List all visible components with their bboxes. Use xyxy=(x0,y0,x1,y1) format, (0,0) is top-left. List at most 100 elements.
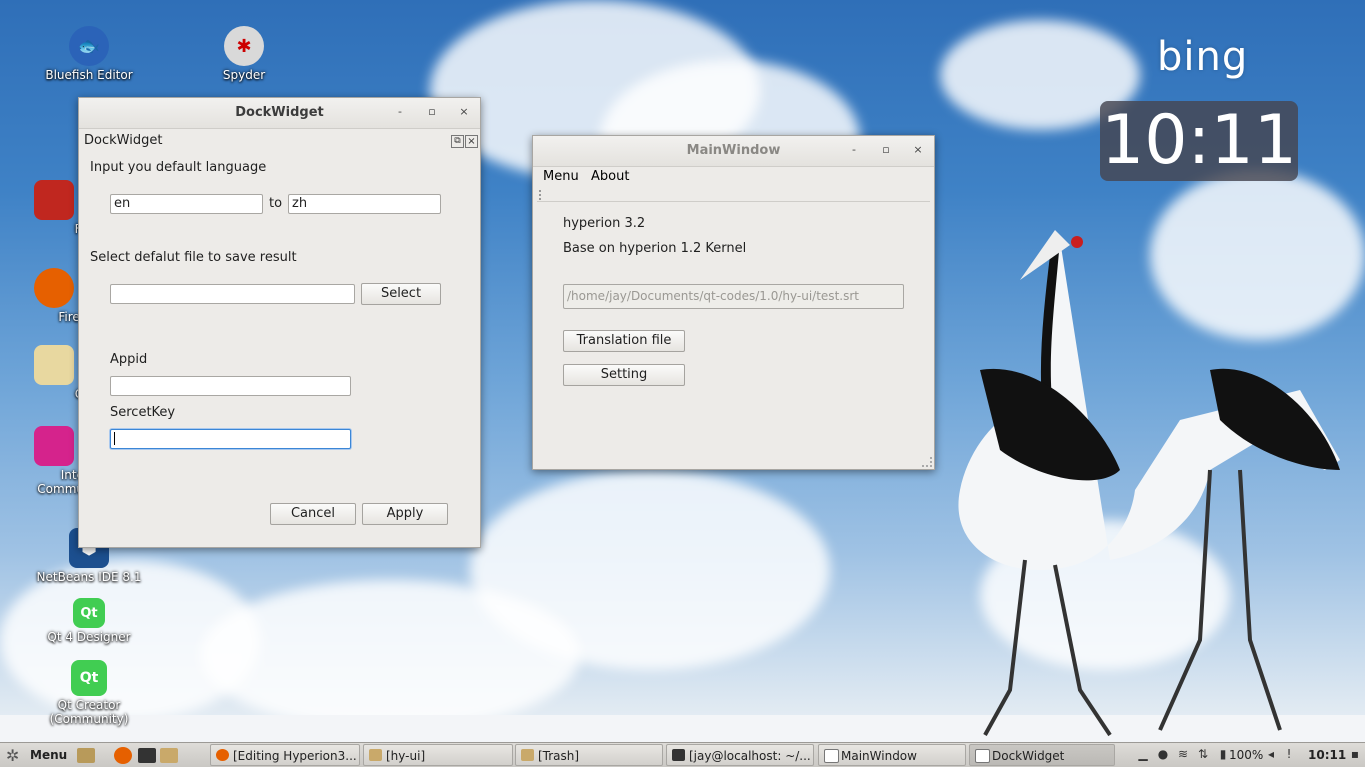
desktop-icon-gimp[interactable]: G xyxy=(24,345,84,401)
task-label: [Editing Hyperion3... xyxy=(233,749,357,763)
close-button[interactable]: × xyxy=(911,143,925,157)
task-editing-hyperion[interactable]: [Editing Hyperion3... xyxy=(210,744,360,766)
desktop-icon-label: Qt Creator xyxy=(57,698,121,712)
dock-close-button[interactable]: × xyxy=(465,135,478,148)
file-icon xyxy=(34,180,74,220)
battery-percent: 100% xyxy=(1229,748,1264,762)
desktop-icon-qt-designer[interactable]: Qt Qt 4 Designer xyxy=(34,598,144,644)
save-file-input[interactable] xyxy=(110,284,355,304)
desktop-icon-label: Commu xyxy=(37,482,84,496)
cloud xyxy=(200,580,580,730)
desktop-icon-intellij[interactable]: Inte Commu xyxy=(24,426,84,496)
desktop-icon-firefox[interactable]: Firef xyxy=(24,268,84,324)
desktop-icon-label: (Community) xyxy=(49,712,129,726)
task-label: DockWidget xyxy=(992,749,1065,763)
volume-icon[interactable]: ◂ xyxy=(1264,747,1278,761)
maximize-button[interactable]: ▫ xyxy=(425,105,439,119)
firefox-launcher-icon[interactable] xyxy=(114,747,132,764)
spyder-icon: ✱ xyxy=(224,26,264,66)
task-trash[interactable]: [Trash] xyxy=(515,744,663,766)
taskbar-clock[interactable]: 10:11 xyxy=(1308,745,1346,766)
task-label: MainWindow xyxy=(841,749,917,763)
file-label: Select defalut file to save result xyxy=(90,250,297,265)
firefox-icon xyxy=(216,749,229,761)
desktop-icon-label: Fi xyxy=(24,222,84,236)
folder-icon xyxy=(521,749,534,761)
file-manager-launcher-icon[interactable] xyxy=(77,748,95,763)
notification-icon[interactable]: ! xyxy=(1282,747,1296,761)
task-dockwidget[interactable]: DockWidget xyxy=(969,744,1115,766)
user-icon[interactable]: ● xyxy=(1156,747,1170,761)
gimp-icon xyxy=(34,345,74,385)
desktop-icon-file[interactable]: Fi xyxy=(24,180,84,236)
desktop-icon-qt-creator[interactable]: Qt Qt Creator (Community) xyxy=(34,660,144,726)
desktop-clock: 10:11 xyxy=(1100,101,1298,181)
task-label: [hy-ui] xyxy=(386,749,426,763)
path-placeholder: /home/jay/Documents/qt-codes/1.0/hy-ui/t… xyxy=(567,289,859,303)
appid-input[interactable] xyxy=(110,376,351,396)
target-language-input[interactable]: zh xyxy=(288,194,441,214)
resize-grip[interactable] xyxy=(922,457,932,467)
close-button[interactable]: × xyxy=(457,105,471,119)
bing-logo: bing xyxy=(1157,34,1249,80)
firefox-icon xyxy=(34,268,74,308)
menu-item-about[interactable]: About xyxy=(591,169,629,184)
desktop-icon-label: NetBeans IDE 8.1 xyxy=(36,570,142,584)
dockwidget-titlebar[interactable]: DockWidget - ▫ × xyxy=(79,98,480,129)
secretkey-label: SercetKey xyxy=(110,405,176,420)
menu-bar: Menu About xyxy=(533,167,934,187)
terminal-launcher-icon[interactable] xyxy=(138,748,156,763)
intellij-icon xyxy=(34,426,74,466)
desktop-icon-spyder[interactable]: ✱ Spyder xyxy=(189,26,299,82)
qt-designer-icon: Qt xyxy=(73,598,105,628)
window-icon xyxy=(975,749,990,763)
task-label: [jay@localhost: ~/... xyxy=(689,749,811,763)
show-desktop-icon[interactable]: ▁ xyxy=(1136,747,1150,761)
network-icon[interactable]: ⇅ xyxy=(1196,747,1210,761)
wifi-icon[interactable]: ≋ xyxy=(1176,747,1190,761)
maximize-button[interactable]: ▫ xyxy=(879,143,893,157)
source-language-input[interactable]: en xyxy=(110,194,263,214)
toolbar xyxy=(537,189,930,202)
desktop-icon-label: Spyder xyxy=(222,68,266,82)
terminal-icon xyxy=(672,749,685,761)
minimize-button[interactable]: - xyxy=(393,105,407,119)
language-label: Input you default language xyxy=(90,160,267,175)
to-label: to xyxy=(269,196,283,211)
kernel-label: Base on hyperion 1.2 Kernel xyxy=(563,241,747,256)
mainwindow-titlebar[interactable]: MainWindow - ▫ × xyxy=(533,136,934,167)
toolbar-handle[interactable] xyxy=(539,190,543,200)
appid-label: Appid xyxy=(110,352,148,367)
folder-launcher-icon[interactable] xyxy=(160,748,178,763)
translation-file-button[interactable]: Translation file xyxy=(563,330,685,352)
dock-title: DockWidget xyxy=(84,133,163,148)
desktop-icon-label: G xyxy=(24,387,84,401)
text-cursor xyxy=(114,432,115,445)
desktop: 🐟 Bluefish Editor ✱ Spyder Fi Firef G In… xyxy=(0,0,1365,767)
dockwidget-window: DockWidget - ▫ × DockWidget ⧉ × Input yo… xyxy=(78,97,481,548)
main-window: MainWindow - ▫ × Menu About hyperion 3.2… xyxy=(532,135,935,470)
bluefish-icon: 🐟 xyxy=(69,26,109,66)
apply-button[interactable]: Apply xyxy=(362,503,448,525)
start-menu-button[interactable]: Menu xyxy=(30,745,67,766)
menu-item-menu[interactable]: Menu xyxy=(543,169,579,184)
dock-float-button[interactable]: ⧉ xyxy=(451,135,464,148)
path-input[interactable]: /home/jay/Documents/qt-codes/1.0/hy-ui/t… xyxy=(563,284,904,309)
window-title: MainWindow xyxy=(686,143,781,158)
secretkey-input[interactable] xyxy=(110,429,351,449)
menu-gear-icon[interactable]: ✲ xyxy=(6,745,24,766)
window-title: DockWidget xyxy=(235,105,324,120)
setting-button[interactable]: Setting xyxy=(563,364,685,386)
battery-icon[interactable]: ▮ xyxy=(1216,747,1230,761)
desktop-icon-label: Qt 4 Designer xyxy=(47,630,131,644)
version-label: hyperion 3.2 xyxy=(563,216,646,231)
desktop-icon-bluefish[interactable]: 🐟 Bluefish Editor xyxy=(34,26,144,82)
task-hy-ui[interactable]: [hy-ui] xyxy=(363,744,513,766)
cancel-button[interactable]: Cancel xyxy=(270,503,356,525)
select-button[interactable]: Select xyxy=(361,283,441,305)
task-terminal[interactable]: [jay@localhost: ~/... xyxy=(666,744,814,766)
panel-end-icon[interactable]: ▪ xyxy=(1348,747,1362,761)
desktop-icon-label: Inte xyxy=(60,468,84,482)
minimize-button[interactable]: - xyxy=(847,143,861,157)
task-mainwindow[interactable]: MainWindow xyxy=(818,744,966,766)
